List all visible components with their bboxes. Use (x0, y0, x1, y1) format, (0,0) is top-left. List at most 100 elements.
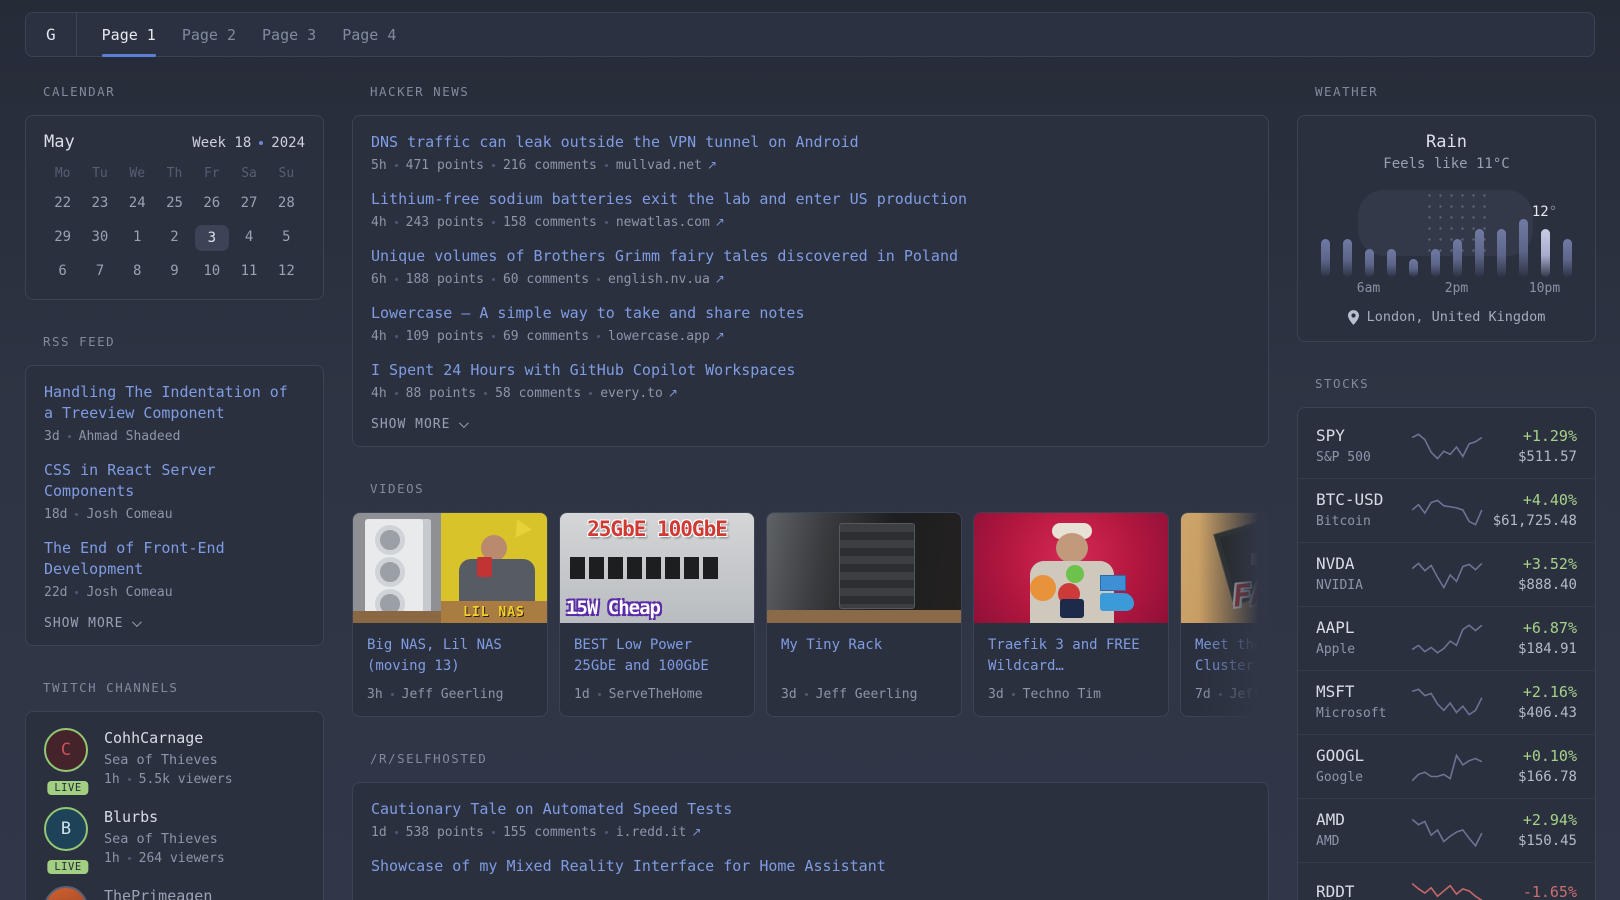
twitch-channel-row: C LIVE CohhCarnage Sea of Thieves 1h 5.5k… (44, 728, 305, 795)
stock-change: +2.94% (1522, 811, 1577, 829)
rss-item: CSS in React Server Components 18d Josh C… (44, 460, 305, 522)
stock-change: +2.16% (1522, 683, 1577, 701)
rss-show-more-button[interactable]: SHOW MORE (44, 616, 305, 631)
rss-item-meta: 3d Ahmad Shadeed (44, 429, 181, 444)
stock-sparkline (1411, 623, 1482, 654)
stock-name: Apple (1316, 642, 1356, 657)
stock-name: AMD (1316, 834, 1340, 849)
hn-item-meta: 4h 109 points 69 comments lowercase.app ↗ (371, 329, 725, 344)
video-thumbnail[interactable]: 25GbE 100GbE 15W Cheap (560, 513, 754, 623)
twitch-channel-name[interactable]: CohhCarnage (104, 728, 233, 748)
video-title[interactable]: Big NAS, Lil NAS (moving 13) (367, 635, 533, 677)
video-thumbnail[interactable]: LIL NAS (353, 513, 547, 623)
hn-item-title[interactable]: Lithium-free sodium batteries exit the l… (371, 189, 1250, 210)
stock-symbol[interactable]: SPY (1316, 425, 1410, 447)
rss-item-title[interactable]: CSS in React Server Components (44, 460, 305, 502)
twitch-section-title: TWITCH CHANNELS (43, 680, 179, 695)
weather-bar (1541, 229, 1551, 277)
calendar-month: May (44, 132, 75, 152)
calendar-row: 22 23 24 25 26 27 28 (54, 195, 295, 211)
twitch-channel-name[interactable]: ThePrimeagen (104, 886, 212, 900)
twitch-channel-row: ThePrimeagen (44, 886, 305, 900)
stock-sparkline (1411, 882, 1482, 900)
video-title[interactable]: Meet the new Linux Cluster (1195, 635, 1269, 677)
stock-symbol[interactable]: AMD (1316, 809, 1410, 831)
hn-item-title[interactable]: Lowercase – A simple way to take and sha… (371, 303, 1250, 324)
weather-bar (1452, 239, 1462, 277)
hn-item-title[interactable]: Unique volumes of Brothers Grimm fairy t… (371, 246, 1250, 267)
tab-page-1[interactable]: Page 1 (101, 13, 157, 57)
video-thumbnail[interactable]: FAS (1181, 513, 1269, 623)
chevron-down-icon (132, 617, 143, 628)
video-thumbnail[interactable] (974, 513, 1168, 623)
calendar-selected-day: 3 (193, 225, 230, 251)
hackernews-section-title: HACKER NEWS (370, 84, 470, 99)
stock-price: $150.45 (1517, 833, 1577, 849)
twitch-game: Sea of Thieves (104, 752, 218, 768)
hn-item-domain[interactable]: english.nv.ua ↗ (608, 272, 725, 287)
calendar-week-label: Week 18 (192, 135, 252, 151)
weather-temp-label: 12° (1531, 204, 1558, 220)
stock-symbol[interactable]: AAPL (1316, 617, 1410, 639)
video-title[interactable]: Traefik 3 and FREE Wildcard… (988, 635, 1154, 677)
tab-page-4[interactable]: Page 4 (342, 13, 396, 56)
twitch-channel-name[interactable]: Blurbs (104, 807, 225, 827)
stock-row: GOOGL Google +0.10% $166.78 (1298, 734, 1595, 798)
tab-page-2[interactable]: Page 2 (182, 13, 236, 56)
hn-item-meta: 6h 188 points 60 comments english.nv.ua ↗ (371, 272, 725, 287)
stock-change: +4.40% (1522, 491, 1577, 509)
stock-change: +3.52% (1522, 555, 1577, 573)
thumbnail-text: FAS (1231, 574, 1269, 615)
twitch-avatar[interactable]: B (44, 807, 88, 851)
hn-item-domain[interactable]: lowercase.app ↗ (608, 329, 725, 344)
video-card: LIL NAS Big NAS, Lil NAS (moving 13) 3h J… (352, 512, 548, 717)
hn-show-more-button[interactable]: SHOW MORE (371, 417, 1250, 432)
stock-symbol[interactable]: NVDA (1316, 553, 1410, 575)
reddit-item-domain[interactable]: i.redd.it ↗ (616, 825, 702, 840)
weather-bar (1497, 229, 1507, 277)
app-logo[interactable]: G (46, 13, 56, 56)
weather-bar (1563, 239, 1573, 277)
hn-item-title[interactable]: I Spent 24 Hours with GitHub Copilot Wor… (371, 360, 1250, 381)
hn-item-domain[interactable]: mullvad.net ↗ (616, 158, 717, 173)
stocks-section-title: STOCKS (1315, 376, 1370, 391)
weather-bar (1386, 249, 1396, 277)
chevron-down-icon (459, 418, 470, 429)
video-thumbnail[interactable] (767, 513, 961, 623)
hn-item-title[interactable]: DNS traffic can leak outside the VPN tun… (371, 132, 1250, 153)
stock-symbol[interactable]: RDDT (1316, 881, 1410, 900)
rss-item-meta: 18d Josh Comeau (44, 507, 173, 522)
hn-item-domain[interactable]: newatlas.com ↗ (616, 215, 725, 230)
hn-item-domain[interactable]: every.to ↗ (600, 386, 678, 401)
twitch-avatar[interactable] (44, 886, 88, 900)
video-meta: 7dJeff Geerling (1195, 687, 1269, 702)
video-title[interactable]: BEST Low Power 25GbE and 100GbE Switch… (574, 635, 740, 677)
reddit-item-title[interactable]: Cautionary Tale on Automated Speed Tests (371, 799, 1250, 820)
reddit-item-title[interactable]: Showcase of my Mixed Reality Interface f… (371, 856, 1250, 877)
external-link-icon: ↗ (691, 825, 702, 839)
rss-item-title[interactable]: The End of Front-End Development (44, 538, 305, 580)
calendar-weekday-header: Mo Tu We Th Fr Sa Su (54, 166, 295, 181)
stock-price: $888.40 (1517, 577, 1577, 593)
stock-symbol[interactable]: BTC-USD (1316, 489, 1410, 511)
calendar-week-year: Week 18 2024 (192, 135, 305, 151)
stock-symbol[interactable]: GOOGL (1316, 745, 1410, 767)
hackernews-widget: HACKER NEWS DNS traffic can leak outside… (352, 84, 1269, 447)
stock-row: MSFT Microsoft +2.16% $406.43 (1298, 670, 1595, 734)
twitch-avatar[interactable]: C (44, 728, 88, 772)
video-meta: 3d Jeff Geerling (781, 687, 918, 702)
external-link-icon: ↗ (714, 215, 725, 229)
separator-dot (259, 141, 264, 145)
videos-carousel[interactable]: LIL NAS Big NAS, Lil NAS (moving 13) 3h J… (352, 512, 1269, 717)
reddit-item: Showcase of my Mixed Reality Interface f… (371, 856, 1250, 877)
tab-page-3[interactable]: Page 3 (262, 13, 316, 56)
stock-symbol[interactable]: MSFT (1316, 681, 1410, 703)
reddit-section-title: /R/SELFHOSTED (370, 751, 488, 766)
twitch-game: Sea of Thieves (104, 831, 218, 847)
rss-item-title[interactable]: Handling The Indentation of a Treeview C… (44, 382, 305, 424)
video-card: Traefik 3 and FREE Wildcard… 3d Techno Ti… (973, 512, 1169, 717)
video-title[interactable]: My Tiny Rack (781, 635, 947, 677)
weather-feels-like: Feels like 11°C (1383, 156, 1510, 172)
stocks-widget: STOCKS SPY S&P 500 +1.29% $511.57 BTC-USD B… (1297, 376, 1596, 900)
middle-column: HACKER NEWS DNS traffic can leak outside… (352, 84, 1269, 900)
